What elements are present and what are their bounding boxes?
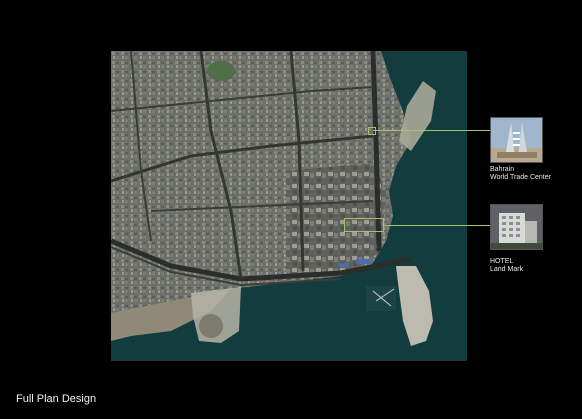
- callout-line-hotel: [383, 225, 490, 226]
- wtc-caption-line1: Bahrain: [490, 166, 515, 173]
- hotel-caption: HOTEL Land Mark: [490, 258, 523, 274]
- hotel-caption-line2: Land Mark: [490, 266, 524, 273]
- wtc-thumbnail: [490, 117, 543, 163]
- callout-marker-hotel: [344, 218, 384, 232]
- page-title: Full Plan Design: [16, 393, 97, 405]
- wtc-caption-line2: World Trade Center: [490, 174, 551, 181]
- map-graphic: [111, 51, 467, 361]
- satellite-map: [111, 51, 467, 361]
- hotel-caption-line1: HOTEL: [490, 258, 514, 265]
- callout-marker-wtc: [368, 127, 376, 135]
- hotel-thumbnail: [490, 204, 543, 250]
- callout-line-wtc: [373, 130, 490, 131]
- wtc-caption: Bahrain World Trade Center: [490, 166, 551, 182]
